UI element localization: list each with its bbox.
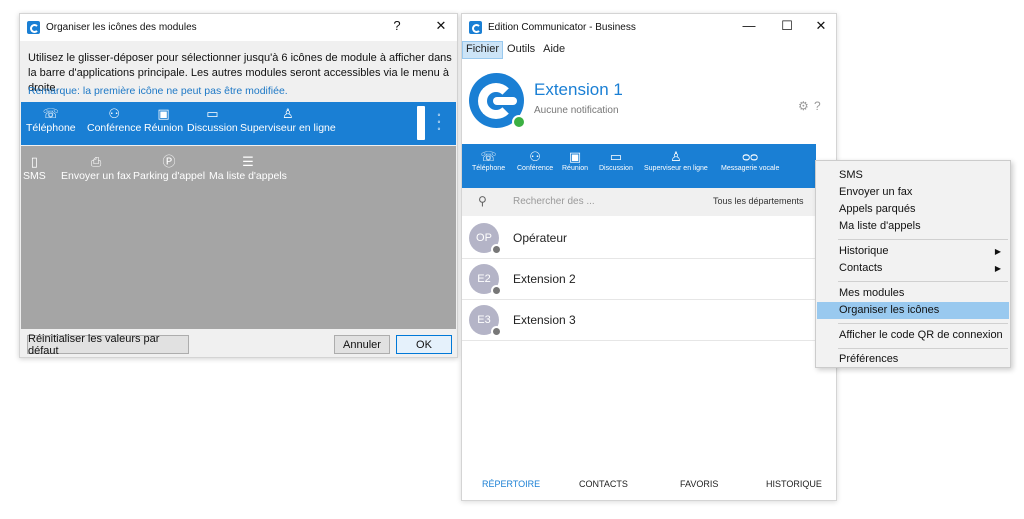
module-supervisor[interactable]: ♙ Superviseur en ligne — [240, 105, 336, 134]
app-logo-icon — [27, 21, 40, 34]
module-call-list[interactable]: ☰ Ma liste d'appels — [209, 153, 287, 182]
menu-item-fax[interactable]: Envoyer un fax — [817, 184, 1009, 201]
organize-icons-dialog: Organiser les icônes des modules ? ✕ Uti… — [19, 13, 458, 358]
presence-status-icon — [491, 285, 502, 296]
main-title: Edition Communicator - Business — [488, 22, 636, 33]
dialog-titlebar: Organiser les icônes des modules ? ✕ — [20, 14, 457, 41]
menu-item-my-modules[interactable]: Mes modules — [817, 285, 1009, 302]
search-row: ⚲ Rechercher des ... Tous les départemen… — [462, 188, 816, 216]
contact-name: Extension 3 — [513, 313, 576, 327]
more-modules-icon[interactable]: ∘ ∘ ∘ — [810, 159, 814, 178]
nav-chat[interactable]: ▭ Discussion — [599, 148, 633, 172]
module-chat[interactable]: ▭ Discussion — [187, 105, 238, 134]
search-icon[interactable]: ⚲ — [478, 194, 487, 208]
menu-fichier[interactable]: Fichier — [462, 41, 504, 59]
module-sms[interactable]: ▯ SMS — [23, 153, 46, 182]
nav-phone[interactable]: ☏ Téléphone — [472, 148, 505, 172]
fax-icon: ⎙ — [90, 154, 102, 169]
extension-title: Extension 1 — [534, 80, 623, 99]
tab-favoris[interactable]: FAVORIS — [680, 479, 718, 489]
conference-icon: ⚇ — [529, 149, 541, 164]
menu-separator — [838, 239, 1008, 240]
chat-icon: ▭ — [206, 106, 219, 121]
conference-icon: ⚇ — [108, 106, 120, 121]
dialog-note: Remarque: la première icône ne peut pas … — [28, 85, 288, 97]
meeting-icon: ▣ — [568, 149, 582, 164]
settings-gear-icon[interactable]: ⚙ — [798, 99, 809, 113]
meeting-icon: ▣ — [157, 106, 170, 121]
menu-separator — [838, 348, 1008, 349]
contact-row[interactable]: E3 Extension 3 — [462, 300, 816, 341]
close-button[interactable]: ✕ — [810, 18, 832, 36]
supervisor-icon: ♙ — [282, 106, 294, 121]
submenu-arrow-icon: ▶ — [994, 247, 1001, 256]
more-modules-icon[interactable]: ∘ ∘ ∘ — [435, 112, 443, 133]
menubar: Fichier Outils Aide — [462, 41, 836, 59]
parking-icon: Ⓟ — [162, 154, 176, 169]
chat-icon: ▭ — [609, 149, 623, 164]
menu-item-parked-calls[interactable]: Appels parqués — [817, 201, 1009, 218]
main-titlebar: Edition Communicator - Business — ☐ ✕ — [462, 14, 836, 41]
module-parking[interactable]: Ⓟ Parking d'appel — [133, 153, 205, 182]
ok-button[interactable]: OK — [396, 335, 452, 354]
selected-modules-bar[interactable]: ☏ Téléphone ⚇ Conférence ▣ Réunion ▭ Dis… — [21, 102, 456, 145]
menu-outils[interactable]: Outils — [503, 41, 539, 59]
call-list-icon: ☰ — [242, 154, 254, 169]
contact-row[interactable]: OP Opérateur — [462, 218, 816, 259]
available-modules-area[interactable]: ▯ SMS ⎙ Envoyer un fax Ⓟ Parking d'appel… — [21, 146, 456, 329]
tab-historique[interactable]: HISTORIQUE — [766, 479, 822, 489]
contact-row[interactable]: E2 Extension 2 — [462, 259, 816, 300]
menu-item-contacts[interactable]: Contacts ▶ — [817, 260, 1009, 277]
voicemail-icon: ᴑᴑ — [742, 149, 759, 164]
nav-meeting[interactable]: ▣ Réunion — [562, 148, 588, 172]
module-fax[interactable]: ⎙ Envoyer un fax — [61, 153, 131, 182]
modules-context-menu: SMS Envoyer un fax Appels parqués Ma lis… — [815, 160, 1011, 368]
app-logo-icon — [469, 21, 482, 34]
module-phone[interactable]: ☏ Téléphone — [26, 105, 76, 134]
menu-item-history[interactable]: Historique ▶ — [817, 243, 1009, 260]
department-filter[interactable]: Tous les départements — [713, 196, 804, 206]
tab-contacts[interactable]: CONTACTS — [579, 479, 628, 489]
reset-defaults-button[interactable]: Réinitialiser les valeurs par défaut — [27, 333, 189, 357]
dialog-title: Organiser les icônes des modules — [46, 22, 197, 33]
menu-separator — [838, 323, 1008, 324]
menu-item-call-list[interactable]: Ma liste d'appels — [817, 218, 1009, 235]
presence-status-icon[interactable] — [512, 115, 526, 129]
help-circle-icon[interactable]: ? — [814, 99, 821, 113]
notification-status: Aucune notification — [534, 105, 619, 116]
main-window: Edition Communicator - Business — ☐ ✕ Fi… — [461, 13, 837, 501]
menu-item-preferences[interactable]: Préférences — [817, 351, 1009, 368]
menu-item-sms[interactable]: SMS — [817, 167, 1009, 184]
module-meeting[interactable]: ▣ Réunion — [144, 105, 183, 134]
menu-separator — [838, 281, 1008, 282]
tab-repertoire[interactable]: RÉPERTOIRE — [482, 479, 540, 489]
module-conference[interactable]: ⚇ Conférence — [87, 105, 141, 134]
submenu-arrow-icon: ▶ — [994, 264, 1001, 273]
supervisor-icon: ♙ — [670, 149, 682, 164]
menu-item-qr-code[interactable]: Afficher le code QR de connexion — [817, 327, 1009, 344]
nav-voicemail[interactable]: ᴑᴑ Messagerie vocale — [721, 148, 779, 172]
help-button[interactable]: ? — [386, 18, 408, 36]
close-button[interactable]: ✕ — [430, 18, 452, 36]
cancel-button[interactable]: Annuler — [334, 335, 390, 354]
contact-name: Extension 2 — [513, 272, 576, 286]
presence-status-icon — [491, 244, 502, 255]
menu-aide[interactable]: Aide — [539, 41, 569, 59]
contact-name: Opérateur — [513, 231, 568, 245]
phone-icon: ☏ — [480, 149, 497, 164]
presence-status-icon — [491, 326, 502, 337]
phone-icon: ☏ — [42, 106, 59, 121]
minimize-button[interactable]: — — [738, 18, 760, 36]
sms-icon: ▯ — [30, 154, 38, 169]
maximize-button[interactable]: ☐ — [776, 18, 798, 36]
menu-item-organize-icons[interactable]: Organiser les icônes — [817, 302, 1009, 319]
nav-conference[interactable]: ⚇ Conférence — [517, 148, 553, 172]
search-input[interactable]: Rechercher des ... — [513, 196, 595, 207]
nav-supervisor[interactable]: ♙ Superviseur en ligne — [644, 148, 708, 172]
module-navbar: ☏ Téléphone ⚇ Conférence ▣ Réunion ▭ Dis… — [462, 144, 816, 188]
drag-handle[interactable] — [417, 106, 425, 140]
